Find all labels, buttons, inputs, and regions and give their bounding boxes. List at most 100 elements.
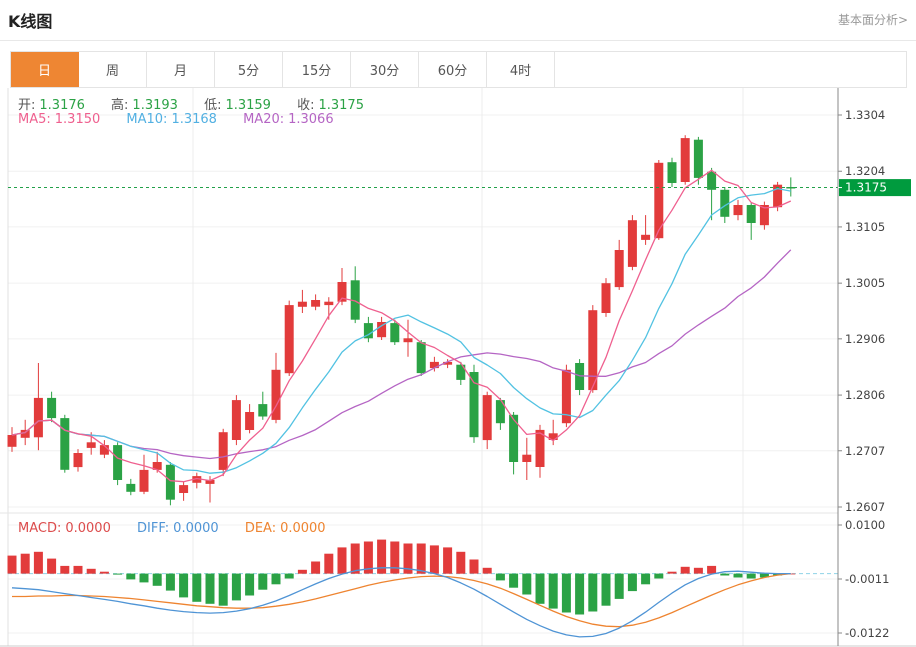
candle-body bbox=[8, 435, 17, 447]
macd-bar bbox=[470, 560, 479, 574]
macd-bar bbox=[562, 574, 571, 613]
y-axis-label: -0.0011 bbox=[845, 572, 889, 586]
candle-body bbox=[298, 302, 307, 307]
macd-bar bbox=[338, 547, 347, 573]
candle-body bbox=[258, 404, 267, 416]
macd-bar bbox=[430, 545, 439, 573]
tab-15min[interactable]: 15分 bbox=[283, 52, 351, 87]
y-axis-label: 1.3005 bbox=[845, 276, 885, 290]
candle-body bbox=[285, 305, 294, 373]
tab-60min[interactable]: 60分 bbox=[419, 52, 487, 87]
macd-bar bbox=[87, 569, 96, 574]
candle-body bbox=[87, 442, 96, 448]
ma20-value: 1.3066 bbox=[288, 112, 334, 127]
y-axis-label: 1.2906 bbox=[845, 332, 885, 346]
ma5-value: 1.3150 bbox=[55, 112, 101, 127]
candle-body bbox=[21, 430, 30, 438]
macd-bar bbox=[549, 574, 558, 609]
candle-body bbox=[417, 342, 426, 373]
high-label: 高: bbox=[111, 98, 128, 113]
candle-body bbox=[74, 453, 83, 467]
close-label: 收: bbox=[297, 98, 314, 113]
y-axis-label: 1.3204 bbox=[845, 164, 885, 178]
dea-label: DEA: bbox=[245, 521, 276, 536]
macd-bar bbox=[34, 552, 43, 574]
macd-bar bbox=[668, 572, 677, 574]
macd-bar bbox=[272, 574, 281, 585]
macd-bar bbox=[60, 566, 69, 574]
tab-week[interactable]: 周 bbox=[79, 52, 147, 87]
candle-body bbox=[668, 162, 677, 183]
macd-bar bbox=[324, 554, 333, 574]
candle-body bbox=[219, 432, 228, 470]
ma10-line bbox=[12, 189, 791, 474]
candle-body bbox=[483, 395, 492, 440]
page-title: K线图 bbox=[8, 8, 52, 32]
macd-bar bbox=[126, 574, 135, 580]
ohlc-legend: 开:1.3176 高:1.3193 低:1.3159 收:1.3175 bbox=[18, 94, 368, 113]
ma10-value: 1.3168 bbox=[171, 112, 217, 127]
tab-5min[interactable]: 5分 bbox=[215, 52, 283, 87]
header-divider bbox=[0, 40, 916, 41]
y-axis-label: 1.2707 bbox=[845, 444, 885, 458]
candle-body bbox=[34, 398, 43, 437]
macd-bar bbox=[628, 574, 637, 592]
macd-bar bbox=[443, 547, 452, 573]
ma5-label: MA5: bbox=[18, 112, 51, 127]
open-value: 1.3176 bbox=[39, 98, 85, 113]
ma20-label: MA20: bbox=[243, 112, 284, 127]
macd-bar bbox=[747, 574, 756, 579]
macd-bar bbox=[496, 574, 505, 581]
macd-bar bbox=[483, 568, 492, 574]
tab-30min[interactable]: 30分 bbox=[351, 52, 419, 87]
tab-4hour[interactable]: 4时 bbox=[487, 52, 555, 87]
macd-bar bbox=[153, 574, 162, 586]
y-axis-label: -0.0122 bbox=[845, 626, 889, 640]
macd-bar bbox=[707, 566, 716, 574]
dea-value: 0.0000 bbox=[280, 521, 326, 536]
macd-bar bbox=[575, 574, 584, 615]
macd-bar bbox=[351, 544, 360, 574]
low-label: 低: bbox=[204, 98, 221, 113]
candle-body bbox=[522, 455, 531, 462]
ma20-line bbox=[12, 250, 791, 459]
macd-bar bbox=[641, 574, 650, 585]
macd-bar bbox=[694, 568, 703, 574]
macd-bar bbox=[100, 572, 109, 574]
fundamental-analysis-link[interactable]: 基本面分析> bbox=[838, 11, 908, 28]
tab-day[interactable]: 日 bbox=[11, 52, 79, 87]
candle-body bbox=[615, 250, 624, 287]
macd-label: MACD: bbox=[18, 521, 61, 536]
macd-bar bbox=[734, 574, 743, 578]
macd-bar bbox=[8, 556, 17, 574]
candle-body bbox=[747, 205, 756, 223]
macd-bar bbox=[311, 562, 320, 574]
macd-bar bbox=[417, 544, 426, 574]
candle-body bbox=[654, 163, 663, 238]
kline-macd-chart[interactable]: 1.31751.33041.32041.31051.30051.29061.28… bbox=[0, 88, 916, 647]
macd-bar bbox=[166, 574, 175, 591]
tab-month[interactable]: 月 bbox=[147, 52, 215, 87]
low-value: 1.3159 bbox=[225, 98, 271, 113]
macd-bar bbox=[298, 570, 307, 574]
y-axis-label: 1.3105 bbox=[845, 220, 885, 234]
macd-bar bbox=[47, 559, 56, 574]
candle-body bbox=[47, 398, 56, 418]
candle-body bbox=[113, 445, 122, 480]
macd-bar bbox=[232, 574, 241, 601]
y-axis-label: 1.2607 bbox=[845, 500, 885, 514]
candle-body bbox=[140, 470, 149, 492]
candle-body bbox=[681, 138, 690, 182]
macd-bar bbox=[615, 574, 624, 599]
candle-body bbox=[430, 362, 439, 368]
macd-bar bbox=[536, 574, 545, 604]
candle-body bbox=[126, 484, 135, 492]
diff-label: DIFF: bbox=[137, 521, 169, 536]
macd-bar bbox=[588, 574, 597, 612]
candle-body bbox=[628, 220, 637, 267]
kline-page: K线图 基本面分析> 日 周 月 5分 15分 30分 60分 4时 开:1.3… bbox=[0, 0, 916, 647]
ma-legend: MA5:1.3150 MA10:1.3168 MA20:1.3066 bbox=[18, 112, 338, 127]
macd-bar bbox=[179, 574, 188, 598]
candle-body bbox=[166, 465, 175, 500]
macd-bar bbox=[113, 574, 122, 575]
